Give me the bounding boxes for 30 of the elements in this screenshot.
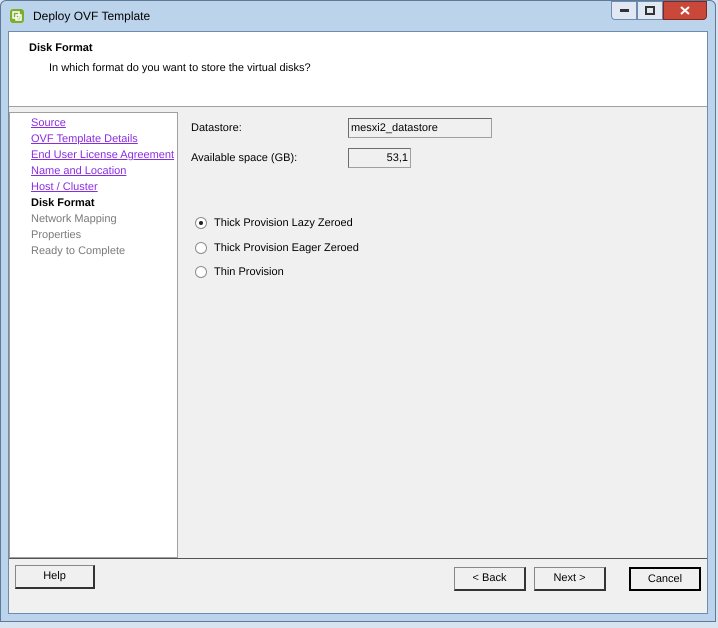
readonly-field[interactable]: mesxi2_datastore (348, 118, 492, 138)
format-radio[interactable]: Thin Provision (195, 264, 707, 281)
step-label: Properties (31, 228, 82, 244)
step-link[interactable]: End User License Agreement (31, 147, 174, 164)
minimize-icon (620, 9, 628, 12)
field-label: Datastore: (191, 120, 243, 136)
help-button[interactable]: Help (15, 565, 95, 590)
field-label: Available space (GB): (191, 150, 298, 166)
back-button[interactable]: < Back (454, 567, 526, 592)
step-link[interactable]: OVF Template Details (31, 131, 138, 148)
window-title: Deploy OVF Template (33, 8, 150, 26)
readonly-field[interactable]: 53,1 (348, 148, 411, 168)
header-title: Disk Format (29, 41, 94, 56)
cancel-button[interactable]: Cancel (629, 567, 701, 592)
maximize-icon (645, 6, 655, 15)
app-logo-icon (9, 8, 25, 24)
step-label: Ready to Complete (31, 244, 126, 260)
close-button[interactable] (663, 1, 707, 20)
header-subtitle: In which format do you want to store the virtual disks? (48, 60, 312, 76)
maximize-button[interactable] (637, 1, 663, 20)
step-link[interactable]: Name and Location (31, 163, 126, 180)
next-button[interactable]: Next > (534, 567, 606, 592)
close-icon (680, 6, 690, 15)
step-label: Disk Format (31, 196, 95, 212)
format-radio[interactable]: Thick Provision Eager Zeroed (195, 240, 707, 256)
format-radio[interactable]: Thick Provision Lazy Zeroed (195, 215, 707, 232)
step-label: Network Mapping (31, 212, 117, 228)
minimize-button[interactable] (611, 1, 637, 20)
step-link[interactable]: Source (31, 115, 66, 132)
step-link[interactable]: Host / Cluster (31, 179, 98, 196)
